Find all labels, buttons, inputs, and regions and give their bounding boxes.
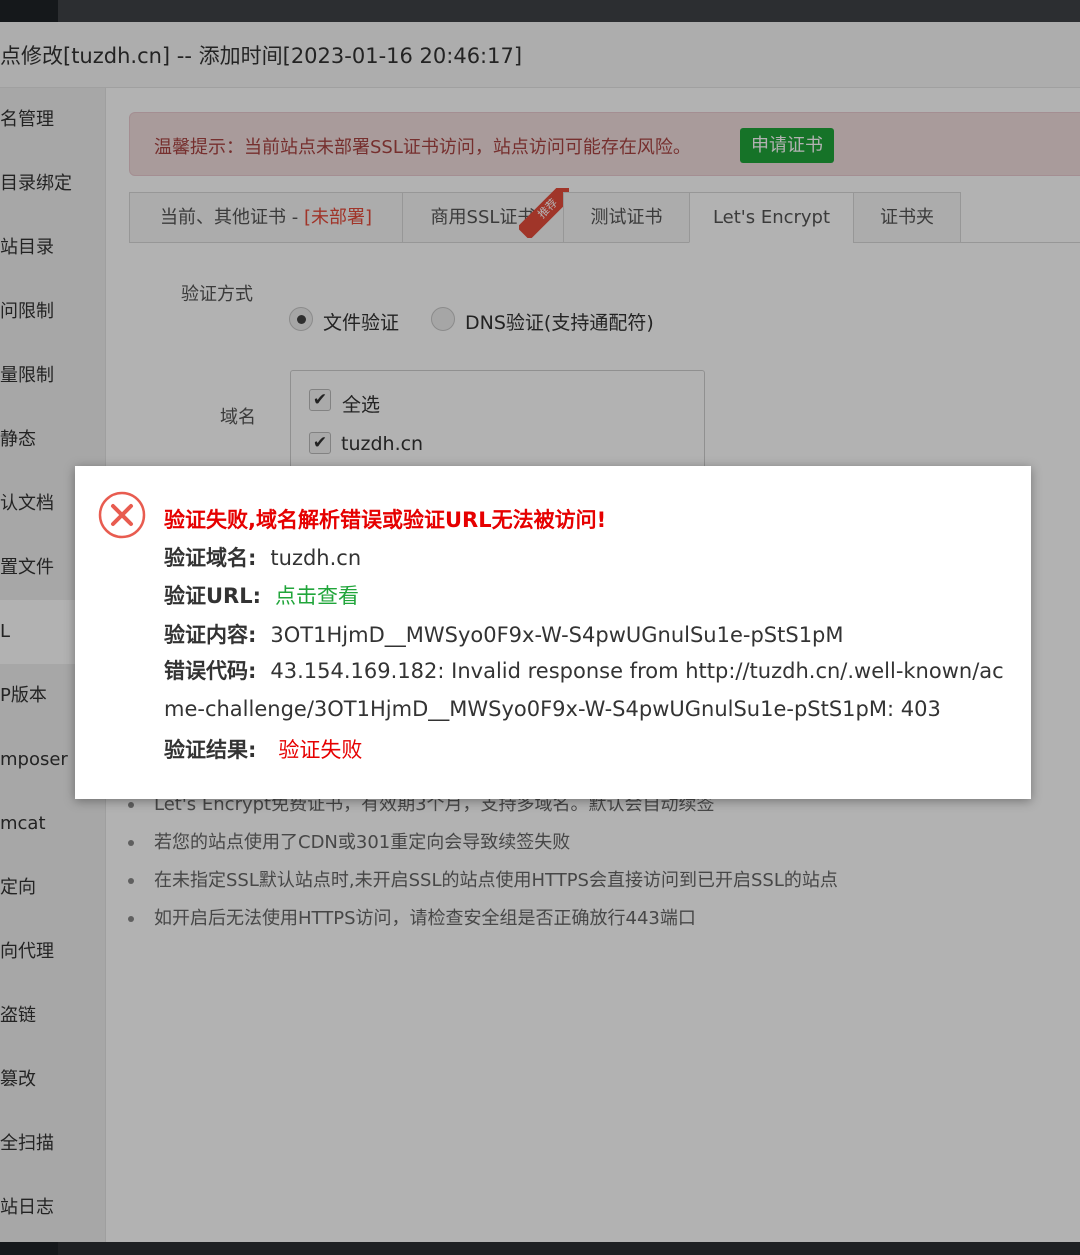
dialog-title: 验证失败,域名解析错误或验证URL无法被访问!	[164, 508, 607, 532]
verify-domain-key: 验证域名:	[164, 546, 257, 570]
verify-result-key: 验证结果:	[164, 738, 257, 762]
error-circle-icon	[98, 491, 146, 539]
verify-url-row: 验证URL: 点击查看	[164, 580, 359, 610]
verify-content-value: 3OT1HjmD__MWSyo0F9x-W-S4pwUGnulSu1e-pStS…	[270, 623, 844, 647]
verify-url-key: 验证URL:	[164, 584, 262, 608]
verify-domain-row: 验证域名: tuzdh.cn	[164, 542, 361, 572]
verify-content-row: 验证内容: 3OT1HjmD__MWSyo0F9x-W-S4pwUGnulSu1e…	[164, 619, 844, 649]
verify-result-value: 验证失败	[278, 738, 363, 762]
view-url-link[interactable]: 点击查看	[275, 584, 359, 608]
verify-result-row: 验证结果: 验证失败	[164, 734, 362, 764]
error-code-row: 错误代码: 43.154.169.182: Invalid response fr…	[164, 652, 1009, 728]
error-code-value: 43.154.169.182: Invalid response from ht…	[164, 659, 1004, 721]
verify-failed-dialog: 验证失败,域名解析错误或验证URL无法被访问! 验证域名: tuzdh.cn 验证…	[75, 466, 1031, 799]
error-code-key: 错误代码:	[164, 659, 257, 683]
verify-domain-value: tuzdh.cn	[270, 546, 362, 570]
verify-content-key: 验证内容:	[164, 623, 257, 647]
